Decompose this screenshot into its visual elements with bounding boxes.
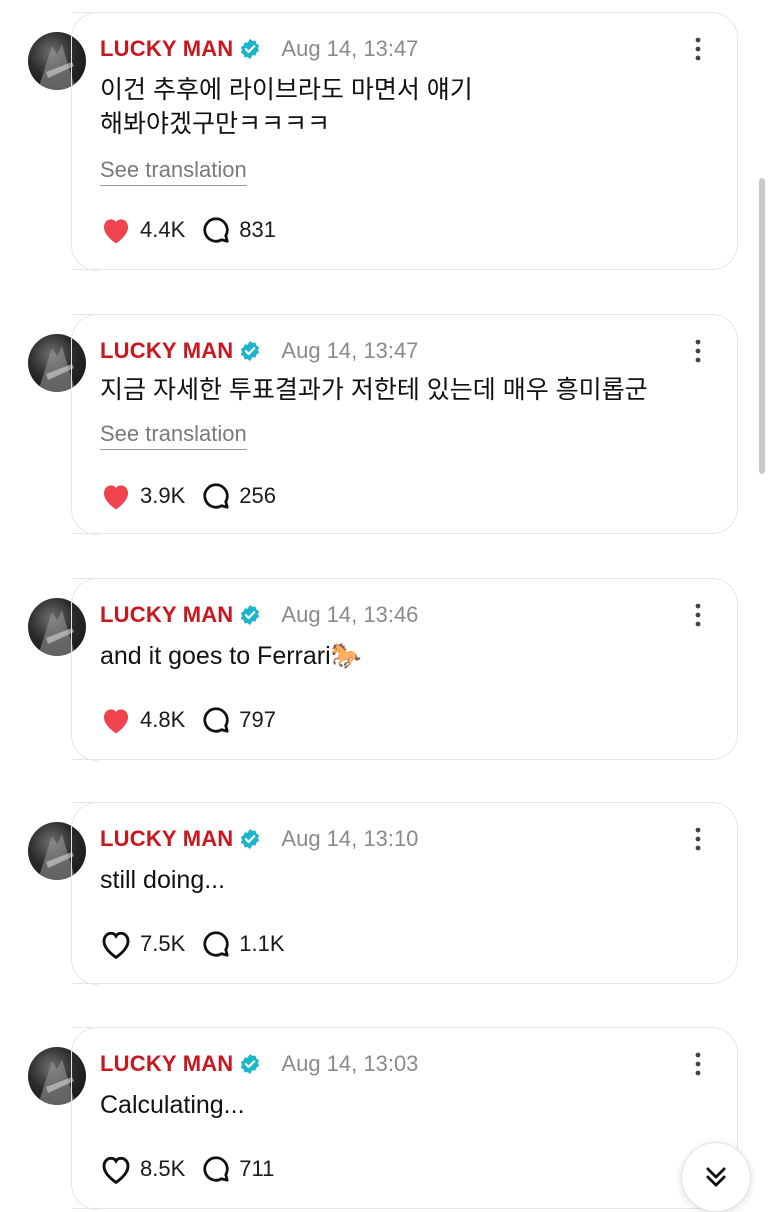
reply-bubble-icon[interactable]	[201, 705, 231, 735]
verified-badge-icon	[241, 828, 260, 850]
post-actions: 7.5K 1.1K	[100, 927, 301, 961]
more-vertical-icon[interactable]	[695, 37, 701, 61]
post-time: Aug 14, 13:47	[281, 36, 419, 61]
post-3[interactable]: LUCKY MAN Aug 14, 13:46 and it goes to F…	[0, 577, 769, 761]
post-header: LUCKY MAN Aug 14, 13:47	[100, 33, 418, 65]
post-text: and it goes to Ferrari🐎	[100, 642, 362, 670]
post-card: LUCKY MAN Aug 14, 13:46 and it goes to F…	[70, 577, 738, 761]
heart-icon[interactable]	[100, 1154, 132, 1184]
reply-bubble-icon[interactable]	[201, 481, 231, 511]
like-count: 4.8K	[140, 707, 186, 732]
author-name[interactable]: LUCKY MAN	[100, 602, 233, 628]
more-vertical-icon[interactable]	[695, 603, 701, 627]
post-actions: 3.9K 256	[100, 479, 292, 513]
like-count: 8.5K	[140, 1156, 186, 1181]
author-name[interactable]: LUCKY MAN	[100, 1051, 233, 1077]
post-card: LUCKY MAN Aug 14, 13:47 이건 추후에 라이브라도 마면서…	[70, 11, 738, 271]
post-header: LUCKY MAN Aug 14, 13:46	[100, 599, 418, 631]
post-card: LUCKY MAN Aug 14, 13:10 still doing... 7…	[70, 801, 738, 985]
heart-icon[interactable]	[100, 929, 132, 959]
like-count: 7.5K	[140, 931, 186, 956]
post-5[interactable]: LUCKY MAN Aug 14, 13:03 Calculating... 8…	[0, 1026, 769, 1210]
post-card: LUCKY MAN Aug 14, 13:47 지금 자세한 투표결과가 저한테…	[70, 313, 738, 535]
post-4[interactable]: LUCKY MAN Aug 14, 13:10 still doing... 7…	[0, 801, 769, 985]
reply-bubble-icon[interactable]	[201, 215, 231, 245]
see-translation-link[interactable]: See translation	[100, 157, 247, 186]
post-text: 이건 추후에 라이브라도 마면서 얘기 해봐야겠구만ㅋㅋㅋㅋ	[100, 76, 473, 138]
scrollbar[interactable]	[759, 178, 765, 474]
post-time: Aug 14, 13:46	[281, 602, 419, 627]
heart-icon[interactable]	[100, 481, 132, 511]
heart-icon[interactable]	[100, 705, 132, 735]
author-name[interactable]: LUCKY MAN	[100, 36, 233, 62]
post-header: LUCKY MAN Aug 14, 13:10	[100, 823, 418, 855]
post-actions: 8.5K 711	[100, 1152, 290, 1186]
reply-bubble-icon[interactable]	[201, 929, 231, 959]
like-count: 4.4K	[140, 217, 186, 242]
post-actions: 4.4K 831	[100, 213, 292, 247]
reply-count: 711	[239, 1156, 275, 1181]
post-card: LUCKY MAN Aug 14, 13:03 Calculating... 8…	[70, 1026, 738, 1210]
double-chevron-down-icon	[706, 1167, 726, 1187]
post-header: LUCKY MAN Aug 14, 13:47	[100, 335, 418, 367]
heart-icon[interactable]	[100, 215, 132, 245]
post-time: Aug 14, 13:47	[281, 338, 419, 363]
post-actions: 4.8K 797	[100, 703, 292, 737]
post-1[interactable]: LUCKY MAN Aug 14, 13:47 이건 추후에 라이브라도 마면서…	[0, 11, 769, 271]
author-name[interactable]: LUCKY MAN	[100, 826, 233, 852]
reply-count: 831	[239, 217, 276, 242]
verified-badge-icon	[241, 340, 260, 362]
post-2[interactable]: LUCKY MAN Aug 14, 13:47 지금 자세한 투표결과가 저한테…	[0, 313, 769, 535]
post-text: still doing...	[100, 866, 226, 894]
verified-badge-icon	[241, 1053, 260, 1075]
post-text: Calculating...	[100, 1091, 245, 1119]
post-time: Aug 14, 13:03	[281, 1051, 419, 1076]
post-time: Aug 14, 13:10	[281, 826, 419, 851]
post-header: LUCKY MAN Aug 14, 13:03	[100, 1048, 418, 1080]
more-vertical-icon[interactable]	[695, 827, 701, 851]
author-name[interactable]: LUCKY MAN	[100, 338, 233, 364]
more-vertical-icon[interactable]	[695, 1052, 701, 1076]
reply-count: 797	[239, 707, 276, 732]
like-count: 3.9K	[140, 483, 186, 508]
post-text: 지금 자세한 투표결과가 저한테 있는데 매우 흥미롭군	[100, 376, 648, 404]
verified-badge-icon	[241, 604, 260, 626]
more-vertical-icon[interactable]	[695, 339, 701, 363]
reply-count: 256	[239, 483, 276, 508]
reply-bubble-icon[interactable]	[201, 1154, 231, 1184]
see-translation-link[interactable]: See translation	[100, 421, 247, 450]
verified-badge-icon	[241, 38, 260, 60]
reply-count: 1.1K	[239, 931, 285, 956]
scroll-to-bottom-button[interactable]	[681, 1142, 751, 1212]
